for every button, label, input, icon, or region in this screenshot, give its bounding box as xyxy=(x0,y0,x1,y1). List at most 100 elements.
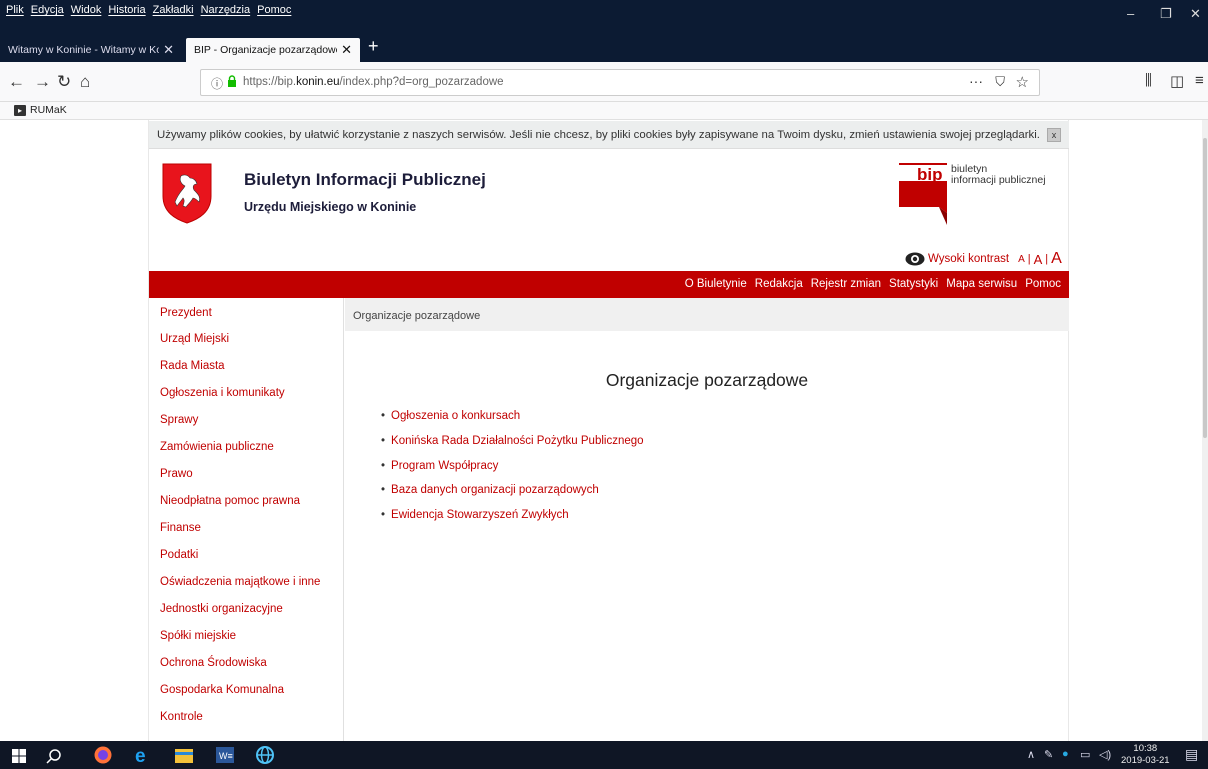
sidebar-item-ochrona[interactable]: Ochrona Środowiska xyxy=(160,657,267,669)
page-viewport: Używamy plików cookies, by ułatwić korzy… xyxy=(0,120,1208,741)
taskbar-clock[interactable]: 10:38 2019-03-21 xyxy=(1121,743,1170,767)
sidebar-item-pomoc-prawna[interactable]: Nieodpłatna pomoc prawna xyxy=(160,495,300,507)
sidebar-item-prezydent[interactable]: Prezydent xyxy=(160,307,212,319)
cookie-close-button[interactable]: x xyxy=(1047,128,1061,142)
restore-icon[interactable]: ❐ xyxy=(1160,6,1172,22)
home-icon[interactable]: ⌂ xyxy=(80,72,90,92)
volume-icon[interactable]: ◁) xyxy=(1099,748,1111,761)
breadcrumb-current: Organizacje pozarządowe xyxy=(353,310,481,322)
sidebar-item-gospodarka[interactable]: Gospodarka Komunalna xyxy=(160,684,284,696)
list-item[interactable]: Ewidencja Stowarzyszeń Zwykłych xyxy=(381,509,569,521)
sidebar-item-jednostki[interactable]: Jednostki organizacyjne xyxy=(160,603,283,615)
nav-pomoc[interactable]: Pomoc xyxy=(1025,278,1061,290)
tray-expand-icon[interactable]: ∧ xyxy=(1027,748,1035,761)
clock-date: 2019-03-21 xyxy=(1121,755,1170,766)
nav-o-biuletynie[interactable]: O Biuletynie xyxy=(685,278,747,290)
sidebar-item-prawo[interactable]: Prawo xyxy=(160,468,193,480)
bip-logo[interactable]: bip biuletyn informacji publicznej xyxy=(899,163,1064,229)
library-icon[interactable]: ⫼ xyxy=(1145,72,1152,89)
url-path: /index.php?d=org_pozarzadowe xyxy=(339,76,504,88)
menu-pomoc[interactable]: Pomoc xyxy=(257,4,291,16)
pen-icon[interactable]: ✎ xyxy=(1044,748,1053,761)
content-title: Organizacje pozarządowe xyxy=(605,370,809,390)
notifications-icon[interactable]: ▤ xyxy=(1185,746,1198,763)
list-item[interactable]: Konińska Rada Działalności Pożytku Publi… xyxy=(381,435,644,447)
firefox-icon[interactable] xyxy=(94,746,112,764)
menu-plik[interactable]: Plik xyxy=(6,4,24,16)
navigation-toolbar: ← → ↻ ⌂ ⓘ https://bip.konin.eu/index.php… xyxy=(0,62,1208,102)
minimize-icon[interactable]: – xyxy=(1127,6,1134,21)
windows-taskbar: e W≡ ∧ ✎ ● ▭ ◁) 10:38 2019-03-21 ▤ xyxy=(0,741,1208,769)
app-tray-icon[interactable]: ● xyxy=(1062,748,1069,760)
word-icon[interactable]: W≡ xyxy=(216,747,234,763)
tab-strip: Witamy w Koninie - Witamy w Konin ✕ BIP … xyxy=(0,34,1208,62)
browser-menubar: Plik Edycja Widok Historia Zakładki Narz… xyxy=(0,0,1208,34)
sidebar-item-podatki[interactable]: Podatki xyxy=(160,549,198,561)
sidebar-item-ogloszenia[interactable]: Ogłoszenia i komunikaty xyxy=(160,387,285,399)
font-size-small[interactable]: A xyxy=(1018,254,1025,265)
menu-narzedzia[interactable]: Narzędzia xyxy=(201,4,251,16)
url-prefix: https://bip. xyxy=(243,76,297,88)
page-title: Biuletyn Informacji Publicznej xyxy=(244,170,486,189)
nav-redakcja[interactable]: Redakcja xyxy=(755,278,803,290)
tab-label: BIP - Organizacje pozarządowe xyxy=(194,44,338,56)
font-size-medium[interactable]: A xyxy=(1034,252,1043,267)
menu-zakladki[interactable]: Zakładki xyxy=(153,4,194,16)
cookie-text: Używamy plików cookies, by ułatwić korzy… xyxy=(157,129,1040,141)
hamburger-menu-icon[interactable]: ≡ xyxy=(1195,72,1204,89)
list-item[interactable]: Ogłoszenia o konkursach xyxy=(381,410,520,422)
nav-mapa-serwisu[interactable]: Mapa serwisu xyxy=(946,278,1017,290)
font-size-large[interactable]: A xyxy=(1051,250,1062,268)
scrollbar-thumb[interactable] xyxy=(1203,138,1207,438)
sidebar-item-finanse[interactable]: Finanse xyxy=(160,522,201,534)
file-explorer-icon[interactable] xyxy=(175,747,193,763)
address-bar[interactable]: ⓘ https://bip.konin.eu/index.php?d=org_p… xyxy=(200,69,1040,96)
menu-historia[interactable]: Historia xyxy=(108,4,145,16)
close-tab-icon[interactable]: ✕ xyxy=(341,42,352,58)
sidebar-menu: Prezydent Urząd Miejski Rada Miasta Ogło… xyxy=(149,298,344,741)
page-actions-icon[interactable]: ··· xyxy=(969,73,983,89)
sidebar-icon[interactable]: ◫ xyxy=(1170,72,1184,90)
sidebar-item-oswiadczenia[interactable]: Oświadczenia majątkowe i inne xyxy=(160,576,320,588)
forward-icon[interactable]: → xyxy=(34,72,51,92)
page-subtitle: Urzędu Miejskiego w Koninie xyxy=(244,200,417,214)
pocket-icon[interactable]: ⛉ xyxy=(995,74,1005,90)
close-tab-icon[interactable]: ✕ xyxy=(163,42,174,58)
sidebar-item-sprawy[interactable]: Sprawy xyxy=(160,414,198,426)
search-icon[interactable] xyxy=(46,748,62,764)
list-item[interactable]: Program Współpracy xyxy=(381,460,498,472)
tab-witamy[interactable]: Witamy w Koninie - Witamy w Konin ✕ xyxy=(0,38,182,62)
back-icon[interactable]: ← xyxy=(8,72,25,92)
new-tab-icon[interactable]: + xyxy=(368,36,379,57)
globe-app-icon[interactable] xyxy=(256,746,274,764)
bookmarks-toolbar: ▸ RUMaK xyxy=(0,102,1208,120)
vertical-scrollbar[interactable] xyxy=(1202,120,1208,741)
list-item[interactable]: Baza danych organizacji pozarządowych xyxy=(381,484,599,496)
sidebar-item-spolki[interactable]: Spółki miejskie xyxy=(160,630,236,642)
internet-explorer-icon[interactable]: e xyxy=(133,745,153,765)
sidebar-item-urzad-miejski[interactable]: Urząd Miejski xyxy=(160,333,229,345)
bookmark-star-icon[interactable]: ☆ xyxy=(1016,73,1029,91)
sidebar-item-kontrole[interactable]: Kontrole xyxy=(160,711,203,723)
eye-icon[interactable] xyxy=(905,252,925,266)
nav-statystyki[interactable]: Statystyki xyxy=(889,278,938,290)
tab-bip[interactable]: BIP - Organizacje pozarządowe ✕ xyxy=(186,38,360,62)
info-icon[interactable]: ⓘ xyxy=(211,75,223,92)
high-contrast-link[interactable]: Wysoki kontrast xyxy=(928,253,1009,265)
sidebar-item-rada-miasta[interactable]: Rada Miasta xyxy=(160,360,225,372)
menu-widok[interactable]: Widok xyxy=(71,4,102,16)
menu-edycja[interactable]: Edycja xyxy=(31,4,64,16)
nav-rejestr-zmian[interactable]: Rejestr zmian xyxy=(811,278,881,290)
site-header: Biuletyn Informacji Publicznej Urzędu Mi… xyxy=(149,150,1069,270)
network-icon[interactable]: ▭ xyxy=(1080,748,1090,761)
bookmark-rumak[interactable]: ▸ RUMaK xyxy=(14,104,67,116)
reload-icon[interactable]: ↻ xyxy=(57,72,71,92)
folder-icon: ▸ xyxy=(14,104,26,116)
sidebar-item-zamowienia[interactable]: Zamówienia publiczne xyxy=(160,441,274,453)
font-size-separator: | xyxy=(1045,253,1049,265)
menu-list: Plik Edycja Widok Historia Zakładki Narz… xyxy=(6,4,291,16)
close-window-icon[interactable]: ✕ xyxy=(1190,6,1201,22)
lock-icon[interactable] xyxy=(227,75,237,87)
konin-crest-icon[interactable] xyxy=(161,162,213,224)
windows-start-icon[interactable] xyxy=(12,749,26,763)
